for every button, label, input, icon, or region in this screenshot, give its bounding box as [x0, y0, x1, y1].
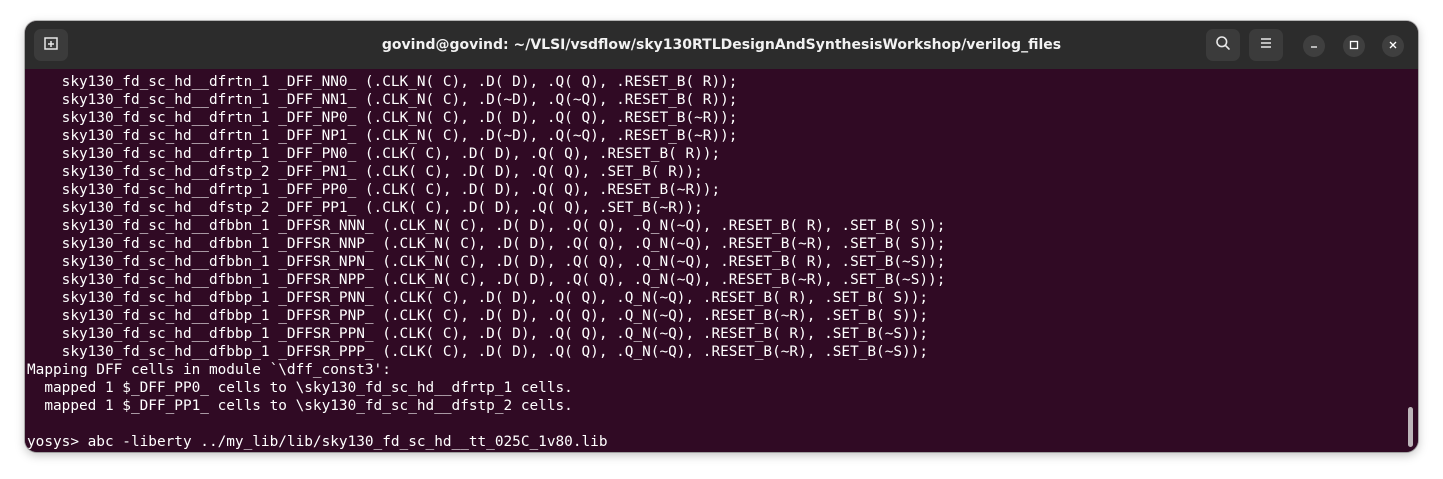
terminal-line: sky130_fd_sc_hd__dfbbp_1 _DFFSR_PPN_ (.C…	[27, 326, 929, 342]
maximize-icon	[1349, 37, 1359, 55]
terminal-line: mapped 1 $_DFF_PP0_ cells to \sky130_fd_…	[27, 380, 573, 396]
terminal-line: sky130_fd_sc_hd__dfrtp_1 _DFF_PN0_ (.CLK…	[27, 146, 721, 162]
terminal-line: sky130_fd_sc_hd__dfbbn_1 _DFFSR_NNN_ (.C…	[27, 218, 946, 234]
command-prompt-line[interactable]: yosys> abc -liberty ../my_lib/lib/sky130…	[27, 433, 607, 451]
terminal-line: sky130_fd_sc_hd__dfrtn_1 _DFF_NN0_ (.CLK…	[27, 74, 738, 90]
terminal-line: sky130_fd_sc_hd__dfrtn_1 _DFF_NN1_ (.CLK…	[27, 92, 738, 108]
terminal-line: sky130_fd_sc_hd__dfrtn_1 _DFF_NP1_ (.CLK…	[27, 128, 738, 144]
terminal-line: sky130_fd_sc_hd__dfbbn_1 _DFFSR_NPN_ (.C…	[27, 254, 946, 270]
terminal-line: sky130_fd_sc_hd__dfrtp_1 _DFF_PP0_ (.CLK…	[27, 182, 721, 198]
maximize-button[interactable]	[1343, 35, 1365, 57]
terminal-line: sky130_fd_sc_hd__dfbbp_1 _DFFSR_PNN_ (.C…	[27, 290, 929, 306]
terminal-line: sky130_fd_sc_hd__dfrtn_1 _DFF_NP0_ (.CLK…	[27, 110, 738, 126]
minimize-button[interactable]	[1303, 35, 1325, 57]
hamburger-menu-icon	[1259, 36, 1273, 55]
search-button[interactable]	[1206, 29, 1240, 61]
terminal-line: sky130_fd_sc_hd__dfstp_2 _DFF_PP1_ (.CLK…	[27, 200, 703, 216]
terminal-line: Mapping DFF cells in module `\dff_const3…	[27, 362, 391, 378]
scrollbar-thumb[interactable]	[1408, 407, 1413, 447]
terminal-line: sky130_fd_sc_hd__dfstp_2 _DFF_PN1_ (.CLK…	[27, 164, 703, 180]
terminal-line: sky130_fd_sc_hd__dfbbp_1 _DFFSR_PNP_ (.C…	[27, 308, 929, 324]
terminal-line: sky130_fd_sc_hd__dfbbp_1 _DFFSR_PPP_ (.C…	[27, 344, 929, 360]
terminal-output[interactable]: sky130_fd_sc_hd__dfrtn_1 _DFF_NN0_ (.CLK…	[25, 69, 1418, 452]
terminal-line: sky130_fd_sc_hd__dfbbn_1 _DFFSR_NNP_ (.C…	[27, 236, 946, 252]
search-icon	[1215, 35, 1231, 56]
terminal-line: mapped 1 $_DFF_PP1_ cells to \sky130_fd_…	[27, 398, 573, 414]
close-icon	[1388, 37, 1398, 55]
title-bar[interactable]: govind@govind: ~/VLSI/vsdflow/sky130RTLD…	[25, 21, 1418, 69]
menu-button[interactable]	[1249, 29, 1283, 61]
minimize-icon	[1309, 37, 1319, 55]
terminal-window: govind@govind: ~/VLSI/vsdflow/sky130RTLD…	[25, 21, 1418, 452]
close-button[interactable]	[1382, 35, 1404, 57]
terminal-line: sky130_fd_sc_hd__dfbbn_1 _DFFSR_NPP_ (.C…	[27, 272, 946, 288]
